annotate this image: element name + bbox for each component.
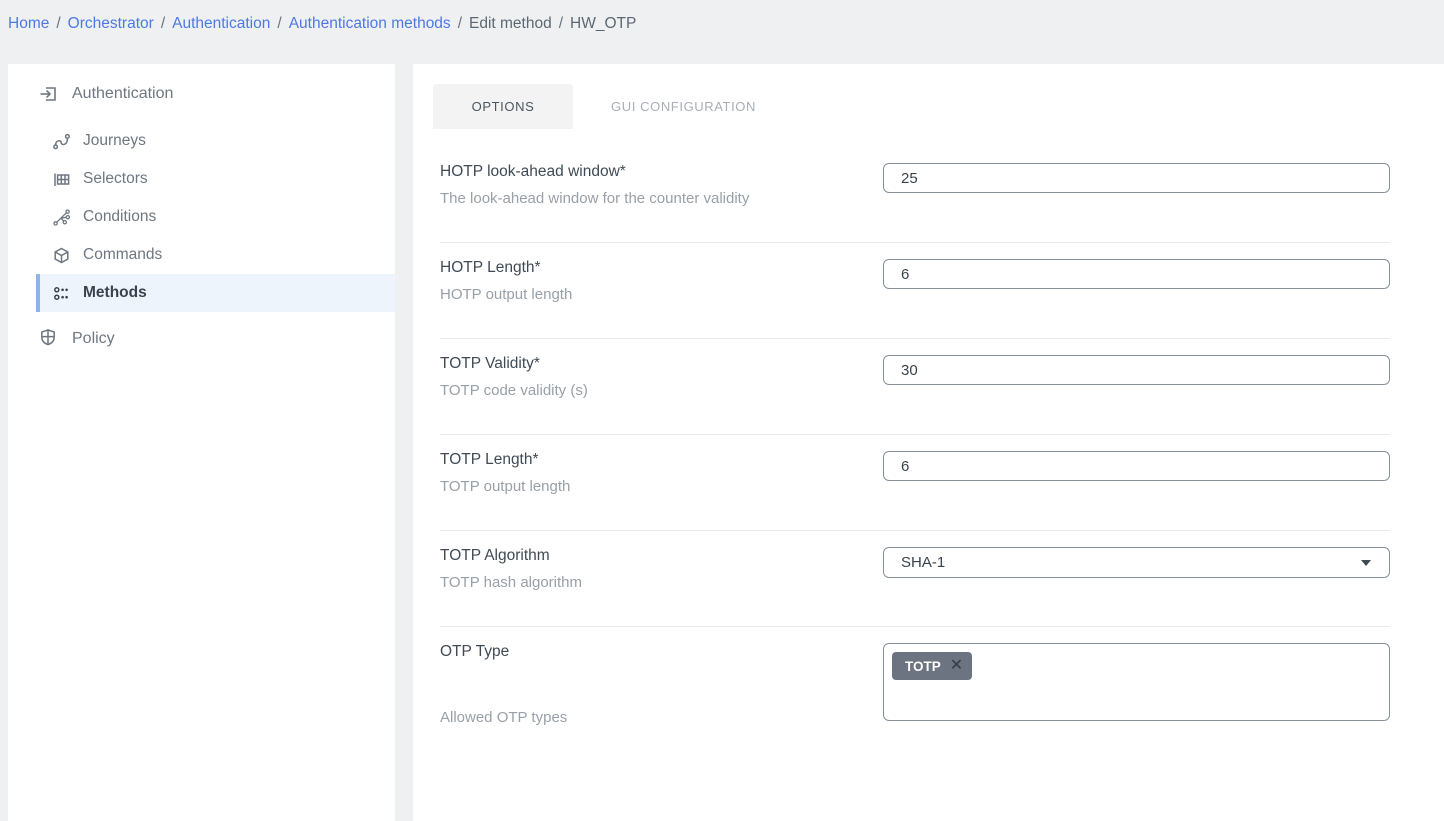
sidebar-sub-list: Journeys Selectors — [8, 122, 395, 312]
options-form: HOTP look-ahead window* The look-ahead w… — [440, 147, 1390, 726]
branch-nodes-icon — [52, 208, 71, 227]
field-help: TOTP code validity (s) — [440, 382, 883, 399]
sidebar-item-label: Conditions — [83, 208, 156, 226]
breadcrumb-separator: / — [559, 15, 563, 32]
field-label: OTP Type — [440, 643, 883, 661]
sidebar-section-label: Policy — [72, 330, 115, 348]
hotp-lookahead-input[interactable] — [883, 163, 1390, 193]
field-label: TOTP Algorithm — [440, 547, 883, 565]
breadcrumb-separator: / — [56, 15, 60, 32]
dots-grid-icon — [52, 284, 71, 303]
form-row-hotp-lookahead: HOTP look-ahead window* The look-ahead w… — [440, 147, 1390, 243]
field-help: TOTP output length — [440, 478, 883, 495]
otp-type-tags-input[interactable]: TOTP ✕ — [883, 643, 1390, 721]
breadcrumb-edit-method: Edit method — [469, 15, 552, 32]
content-area: Authentication Journeys — [8, 64, 1444, 821]
field-label: TOTP Length* — [440, 451, 883, 469]
sidebar-item-selectors[interactable]: Selectors — [36, 160, 395, 198]
cube-icon — [52, 246, 71, 265]
totp-algorithm-select[interactable]: SHA-1 — [883, 547, 1390, 578]
table-icon — [52, 170, 71, 189]
sidebar-section-policy[interactable]: Policy — [8, 320, 395, 358]
field-help: HOTP output length — [440, 286, 883, 303]
breadcrumb-link-authentication[interactable]: Authentication — [172, 15, 270, 32]
form-row-totp-algorithm: TOTP Algorithm TOTP hash algorithm SHA-1 — [440, 531, 1390, 627]
form-row-otp-type: OTP Type Allowed OTP types TOTP ✕ — [440, 627, 1390, 726]
breadcrumb: Home / Orchestrator / Authentication / Authent… — [0, 0, 1444, 64]
breadcrumb-link-authentication-methods[interactable]: Authentication methods — [289, 15, 451, 32]
breadcrumb-link-orchestrator[interactable]: Orchestrator — [68, 15, 154, 32]
breadcrumb-method-name: HW_OTP — [570, 15, 636, 32]
sidebar-section-label: Authentication — [72, 85, 173, 103]
form-row-totp-length: TOTP Length* TOTP output length — [440, 435, 1390, 531]
field-label: HOTP Length* — [440, 259, 883, 277]
form-row-hotp-length: HOTP Length* HOTP output length — [440, 243, 1390, 339]
tag-totp: TOTP ✕ — [892, 652, 972, 680]
totp-validity-input[interactable] — [883, 355, 1390, 385]
form-row-totp-validity: TOTP Validity* TOTP code validity (s) — [440, 339, 1390, 435]
tab-options[interactable]: OPTIONS — [433, 84, 573, 129]
field-label: HOTP look-ahead window* — [440, 163, 883, 181]
sidebar-item-label: Journeys — [83, 132, 146, 150]
remove-tag-icon[interactable]: ✕ — [950, 658, 963, 674]
sidebar-item-conditions[interactable]: Conditions — [36, 198, 395, 236]
breadcrumb-link-home[interactable]: Home — [8, 15, 49, 32]
sidebar-item-label: Methods — [83, 284, 147, 302]
tag-label: TOTP — [905, 659, 941, 674]
tab-bar: OPTIONS GUI CONFIGURATION — [433, 84, 1444, 129]
sidebar-section-authentication[interactable]: Authentication — [8, 84, 395, 104]
sidebar-item-journeys[interactable]: Journeys — [36, 122, 395, 160]
breadcrumb-separator: / — [161, 15, 165, 32]
breadcrumb-separator: / — [277, 15, 281, 32]
tab-gui-configuration[interactable]: GUI CONFIGURATION — [611, 99, 756, 114]
breadcrumb-separator: / — [458, 15, 462, 32]
field-help: Allowed OTP types — [440, 709, 883, 726]
field-label: TOTP Validity* — [440, 355, 883, 373]
shield-icon — [38, 327, 58, 352]
sidebar-item-label: Commands — [83, 246, 162, 264]
login-icon — [38, 84, 58, 104]
field-help: The look-ahead window for the counter va… — [440, 190, 883, 207]
totp-length-input[interactable] — [883, 451, 1390, 481]
selected-option-label: SHA-1 — [901, 554, 945, 571]
chevron-down-icon — [1361, 560, 1371, 566]
field-help: TOTP hash algorithm — [440, 574, 883, 591]
journey-path-icon — [52, 132, 71, 151]
sidebar-item-methods[interactable]: Methods — [36, 274, 395, 312]
main-panel: OPTIONS GUI CONFIGURATION HOTP look-ahea… — [413, 64, 1444, 821]
sidebar: Authentication Journeys — [8, 64, 395, 821]
sidebar-item-commands[interactable]: Commands — [36, 236, 395, 274]
sidebar-item-label: Selectors — [83, 170, 148, 188]
hotp-length-input[interactable] — [883, 259, 1390, 289]
